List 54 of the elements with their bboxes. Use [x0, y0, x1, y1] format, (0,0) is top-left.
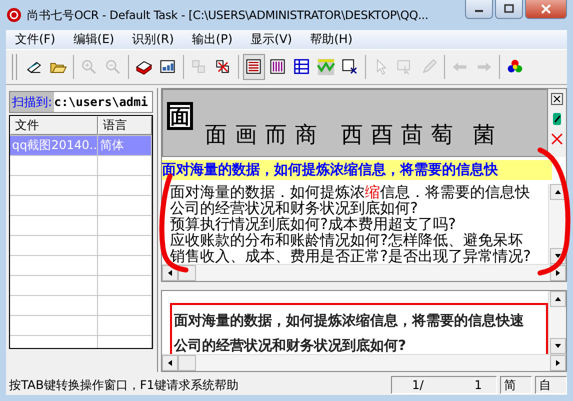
candidate-character[interactable]: 而 — [263, 120, 289, 150]
candidate-character[interactable]: 西 — [339, 120, 365, 150]
candidate-character[interactable]: 画 — [233, 120, 259, 150]
maximize-button[interactable] — [495, 0, 523, 19]
zoom-in-icon — [80, 57, 98, 77]
close-button[interactable] — [549, 91, 565, 107]
page-current: 1/ — [412, 378, 424, 392]
window-title: 尚书七号OCR - Default Task - [C:\USERS\ADMINISTRATOR\DESKTOP\QQ... — [27, 8, 430, 22]
text-line: 应收账款的分布和账龄情况如何?怎样降低、避免呆坏 — [170, 232, 524, 248]
mode-indicator: 自 — [535, 376, 567, 394]
text-columns-icon — [269, 57, 287, 77]
candidate-character[interactable]: 面 — [203, 120, 229, 150]
app-icon — [6, 7, 22, 23]
zoom-out-icon — [104, 57, 122, 77]
vertical-scrollbar[interactable] — [548, 291, 566, 354]
horizontal-scrollbar[interactable] — [162, 264, 566, 281]
image-area-icon — [317, 57, 335, 77]
table-cell: 简体 — [98, 136, 152, 155]
candidate-character[interactable]: 菌 — [471, 120, 497, 150]
maximize-icon — [503, 4, 515, 14]
text-line: 销售收入、成本、费用是否正常?是否出现了异常情况? — [170, 248, 532, 264]
language-indicator: 简 — [500, 376, 532, 394]
menu-item[interactable]: 识别(R) — [123, 31, 183, 48]
pencil-icon — [551, 112, 563, 126]
scanned-text-line: 面对海量的数据，如何提炼浓缩信息，将需要的信息快速 — [174, 312, 525, 331]
column-header[interactable]: 文件 — [10, 116, 98, 135]
text-line: 公司的经营状况和财务状况到底如何? — [170, 200, 419, 216]
glyph-image: 面 — [167, 102, 193, 130]
close-icon — [551, 93, 563, 105]
delete-icon — [551, 132, 563, 146]
horizontal-scrollbar[interactable] — [162, 354, 566, 371]
menu-item[interactable]: 显示(V) — [242, 31, 302, 48]
menu-item[interactable]: 编辑(E) — [64, 31, 124, 48]
scanned-text-line: 公司的经营状况和财务状况到底如何? — [174, 336, 408, 354]
minimize-button[interactable] — [465, 0, 493, 19]
scroll-thumb[interactable] — [178, 355, 196, 371]
toolbar-button[interactable] — [243, 54, 265, 80]
text-line: 面对海量的数据．如何提炼浓缩信息．将需要的信息快 — [170, 184, 531, 200]
candidate-character[interactable]: 酉 — [369, 120, 395, 150]
menu-item[interactable]: 帮助(H) — [301, 31, 362, 48]
text-rows-icon — [245, 57, 263, 77]
candidate-character[interactable]: 商 — [293, 120, 319, 150]
table-cell: qq截图20140... — [10, 136, 98, 155]
close-icon — [540, 4, 552, 14]
candidate-character[interactable]: 茴 — [399, 120, 425, 150]
text-line: 预算执行情况到底如何?成本费用超支了吗? — [170, 216, 457, 232]
status-message: 按TAB键转换操作窗口，F1键请求系统帮助 — [8, 376, 240, 394]
delete-button[interactable] — [549, 131, 565, 147]
menu-item[interactable]: 文件(F) — [6, 31, 64, 48]
menu-item[interactable]: 输出(P) — [182, 31, 242, 48]
table-icon — [293, 57, 311, 77]
candidate-character[interactable]: 萄 — [429, 120, 455, 150]
page-total: 1 — [474, 378, 482, 392]
column-header[interactable]: 语言 — [98, 116, 152, 135]
